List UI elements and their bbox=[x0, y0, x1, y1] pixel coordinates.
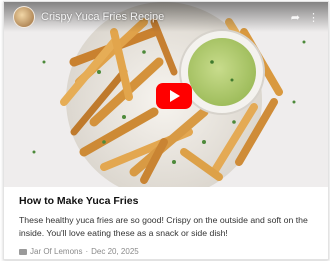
more-icon[interactable]: ⋮ bbox=[308, 11, 319, 24]
video-thumbnail[interactable]: Crispy Yuca Fries Recipe ➦ ⋮ bbox=[4, 2, 328, 187]
post-source[interactable]: Jar Of Lemons bbox=[30, 247, 82, 256]
play-button[interactable] bbox=[156, 83, 192, 109]
video-title-bar: Crispy Yuca Fries Recipe ➦ ⋮ bbox=[4, 2, 328, 32]
post-excerpt: These healthy yuca fries are so good! Cr… bbox=[19, 215, 308, 238]
meta-separator: · bbox=[85, 247, 89, 256]
play-icon bbox=[170, 90, 180, 102]
post-meta: Jar Of Lemons · Dec 20, 2025 bbox=[19, 247, 316, 256]
share-icon[interactable]: ➦ bbox=[291, 11, 300, 24]
post-date: Dec 20, 2025 bbox=[91, 247, 139, 256]
video-title[interactable]: Crispy Yuca Fries Recipe bbox=[41, 11, 291, 23]
post-body: How to Make Yuca Fries These healthy yuc… bbox=[19, 195, 316, 256]
source-icon bbox=[19, 248, 27, 255]
video-card[interactable]: Crispy Yuca Fries Recipe ➦ ⋮ How to Make… bbox=[3, 1, 329, 260]
post-title[interactable]: How to Make Yuca Fries bbox=[19, 195, 316, 207]
channel-avatar[interactable] bbox=[13, 6, 35, 28]
